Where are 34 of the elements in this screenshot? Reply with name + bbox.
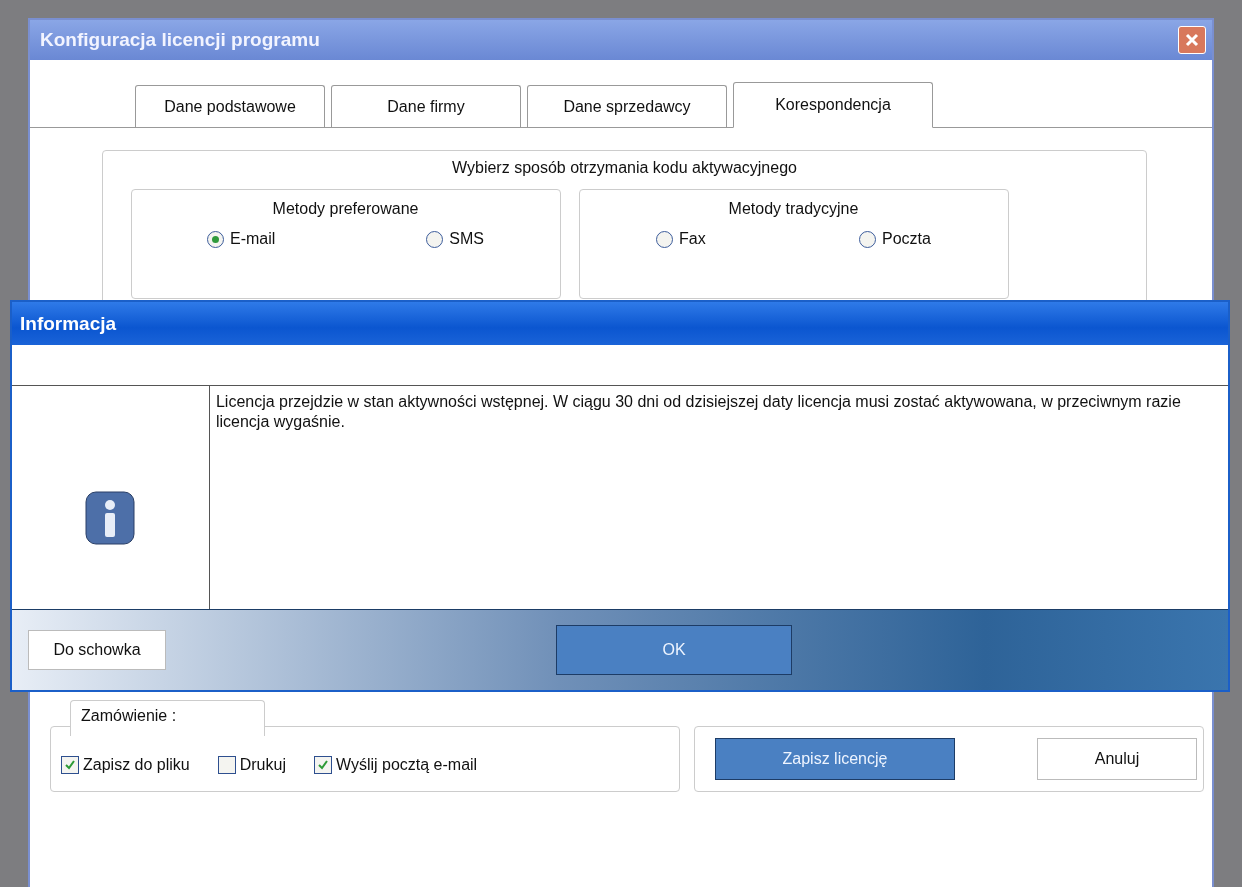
tab[interactable]: Dane podstawowe (135, 85, 325, 127)
checkbox[interactable] (61, 756, 79, 774)
radio-label: E-mail (230, 230, 276, 248)
radio-button[interactable] (207, 230, 224, 248)
save-button[interactable]: Zapisz licencję (715, 738, 955, 780)
message-text: Licencja przejdzie w stan aktywności wstępnej. W ciągu 30 dni od dzisiejszej daty licencja musi zostać aktywowana, w przeciwnym razie licencja wygaśnie. (214, 392, 1182, 432)
check-icon (64, 759, 76, 771)
group-title: Zamówienie : (70, 700, 265, 736)
checkbox[interactable] (313, 756, 332, 774)
tab[interactable]: Dane firmy (331, 85, 521, 127)
ok-button[interactable]: OK (556, 625, 792, 675)
dialog-title: Informacja (20, 312, 117, 335)
checkbox[interactable] (217, 756, 236, 774)
window-title: Konfiguracja licencji programu (40, 29, 320, 51)
radio-button[interactable] (858, 230, 876, 248)
checkbox-label: Zapisz do pliku (83, 756, 190, 774)
group-title: Metody tradycyjne (728, 200, 859, 218)
group-title: Wybierz sposób otrzymania kodu aktywacyjnego (452, 159, 797, 177)
close-icon (1184, 32, 1200, 48)
checkbox-label: Drukuj (239, 756, 286, 774)
copy-button[interactable]: Do schowka (28, 630, 166, 670)
close-button[interactable] (1178, 26, 1206, 54)
info-icon (85, 490, 136, 545)
group-title: Metody preferowane (272, 200, 419, 218)
tab[interactable]: Korespondencja (733, 82, 933, 128)
radio-button[interactable] (426, 230, 444, 248)
radio-label: Fax (679, 230, 706, 248)
cancel-button[interactable]: Anuluj (1037, 738, 1197, 780)
checkbox-label: Wyślij pocztą e-mail (335, 756, 478, 774)
radio-label: SMS (449, 230, 484, 248)
radio-button[interactable] (656, 230, 674, 248)
radio-label: Poczta (881, 230, 931, 248)
tab[interactable]: Dane sprzedawcy (527, 85, 727, 127)
check-icon (316, 759, 329, 771)
